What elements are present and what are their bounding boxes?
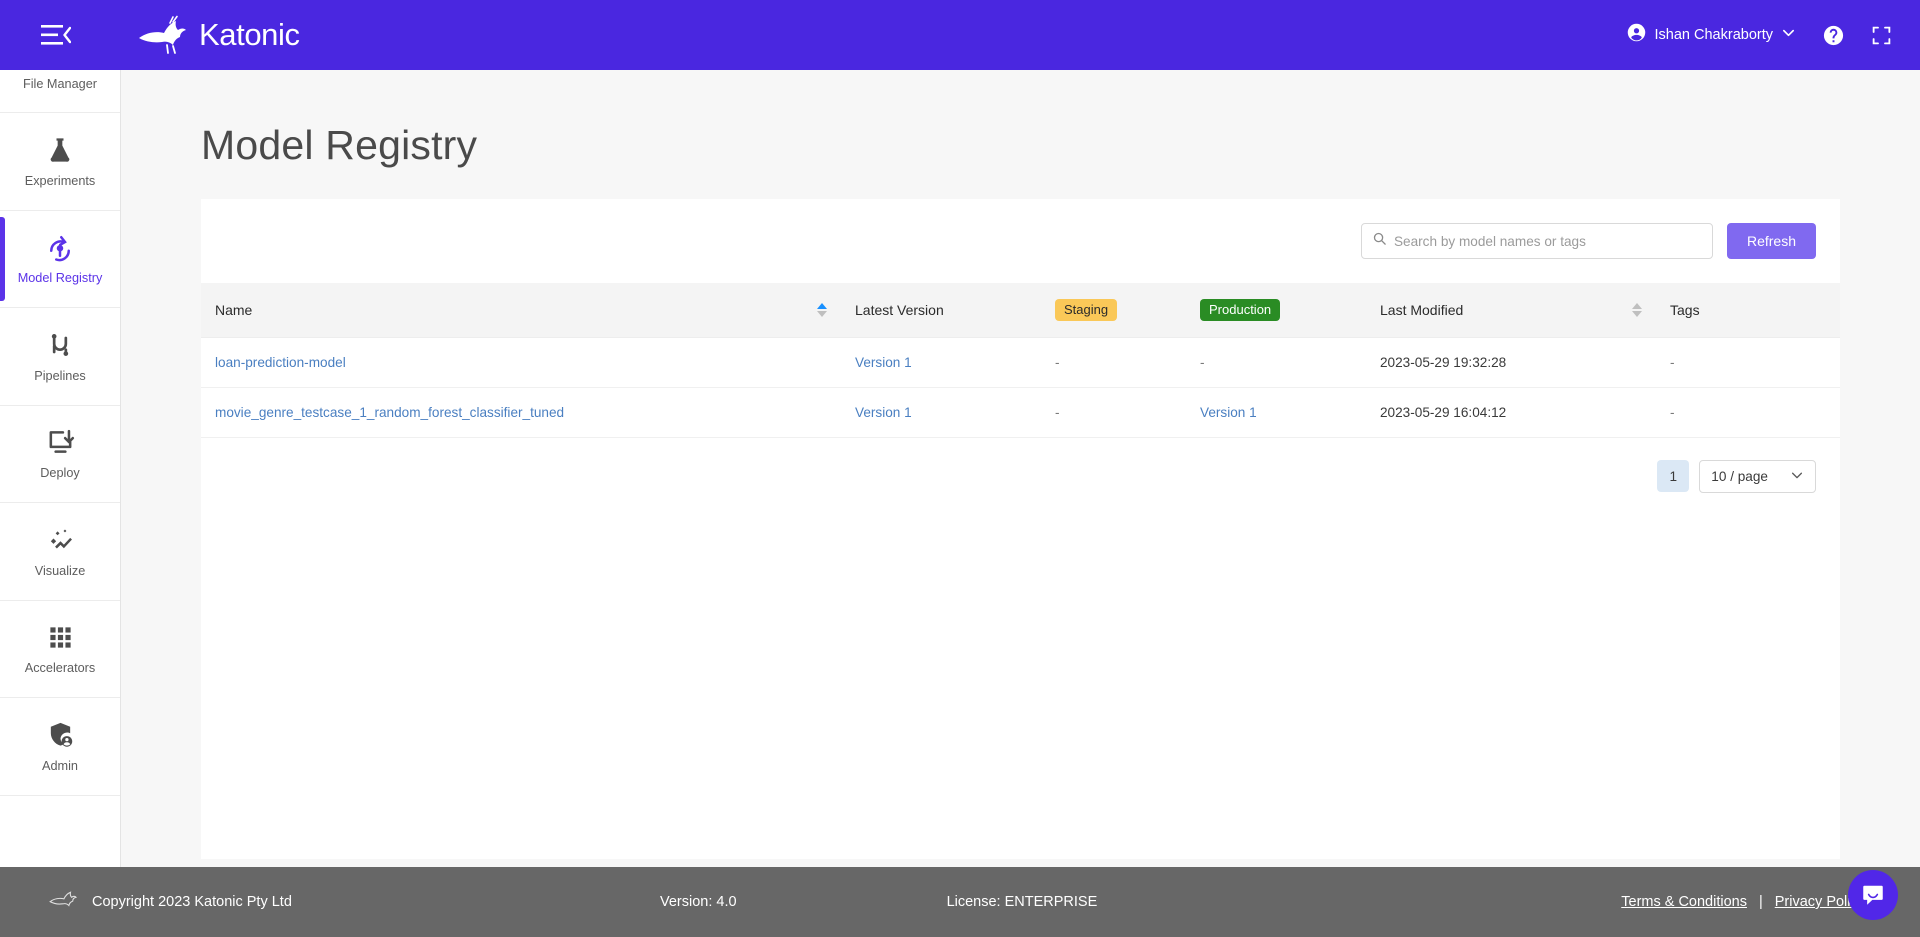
model-name-link[interactable]: loan-prediction-model — [215, 355, 346, 370]
column-header-last-modified[interactable]: Last Modified — [1366, 283, 1656, 338]
column-label: Tags — [1670, 301, 1700, 318]
chevron-down-icon — [1790, 468, 1804, 485]
cell-staging: - — [1041, 387, 1186, 438]
visualize-sparkle-icon — [46, 524, 75, 556]
search-box[interactable] — [1360, 223, 1713, 259]
cell-tags: - — [1656, 337, 1840, 388]
search-input[interactable] — [1393, 233, 1702, 249]
account-circle-icon — [1626, 22, 1647, 48]
sidebar-item-file-manager[interactable]: File Manager — [0, 70, 120, 113]
table-header-row: Name Latest Version Staging Production L… — [201, 283, 1840, 338]
cell-last-modified: 2023-05-29 16:04:12 — [1366, 387, 1656, 438]
help-circle-icon[interactable] — [1822, 24, 1845, 47]
sidebar-item-pipelines[interactable]: Pipelines — [0, 308, 120, 406]
fullscreen-icon[interactable] — [1871, 25, 1892, 46]
footer-meta: Version: 4.0 License: ENTERPRISE — [660, 894, 1097, 910]
cell-tags: - — [1656, 387, 1840, 438]
page-title: Model Registry — [201, 122, 478, 168]
sidebar-item-label: Experiments — [24, 173, 96, 188]
sidebar: File Manager Experiments Model Registry — [0, 70, 121, 867]
model-registry-card: Refresh Name — [201, 199, 1840, 859]
cell-latest-version: Version 1 — [841, 387, 1041, 438]
column-label: Last Modified — [1380, 301, 1464, 318]
pipelines-icon — [46, 329, 74, 361]
sidebar-item-accelerators[interactable]: Accelerators — [0, 600, 120, 698]
sort-asc-icon — [817, 302, 827, 309]
sidebar-item-label: Pipelines — [34, 368, 86, 383]
flask-icon — [46, 134, 74, 166]
sort-desc-icon — [817, 310, 827, 317]
chat-bubble-icon[interactable] — [1848, 870, 1898, 920]
cell-production: - — [1186, 337, 1366, 388]
sidebar-item-label: File Manager — [22, 77, 98, 91]
user-menu[interactable]: Ishan Chakraborty — [1626, 22, 1796, 48]
brand-logo-area[interactable]: Katonic — [137, 15, 300, 55]
pagination-page-1[interactable]: 1 — [1657, 460, 1690, 493]
footer-links: Terms & Conditions | Privacy Policy — [1621, 894, 1865, 910]
sidebar-item-label: Model Registry — [17, 271, 103, 286]
model-registry-table: Name Latest Version Staging Production L… — [201, 283, 1840, 438]
status-badge-staging: Staging — [1055, 299, 1118, 321]
sidebar-item-deploy[interactable]: Deploy — [0, 405, 120, 503]
sidebar-item-admin[interactable]: Admin — [0, 698, 120, 796]
katonic-kangaroo-icon — [48, 889, 82, 915]
sidebar-item-experiments[interactable]: Experiments — [0, 113, 120, 211]
cell-name: loan-prediction-model — [201, 337, 841, 388]
status-badge-production: Production — [1200, 299, 1281, 321]
main-content: Model Registry Refresh — [121, 70, 1920, 867]
pagination: 1 10 / page — [201, 438, 1840, 493]
sidebar-item-label: Visualize — [34, 563, 86, 578]
table-row: loan-prediction-model Version 1 - - 2023… — [201, 337, 1840, 388]
sidebar-item-label: Accelerators — [24, 661, 96, 676]
column-header-tags: Tags — [1656, 283, 1840, 338]
topbar-actions: Ishan Chakraborty — [1626, 22, 1892, 48]
column-header-staging: Staging — [1041, 283, 1186, 338]
katonic-kangaroo-icon — [137, 15, 195, 55]
user-name: Ishan Chakraborty — [1654, 27, 1773, 43]
page-size-select[interactable]: 10 / page — [1699, 459, 1816, 493]
deploy-download-icon — [46, 426, 75, 458]
brand-name: Katonic — [199, 17, 300, 52]
card-toolbar: Refresh — [201, 223, 1840, 259]
footer-copyright-area: Copyright 2023 Katonic Pty Ltd — [48, 889, 292, 915]
grid-apps-icon — [47, 621, 74, 653]
sort-indicator-last-modified[interactable] — [1632, 302, 1642, 317]
chevron-down-icon — [1781, 25, 1796, 45]
sidebar-item-label: Deploy — [40, 466, 80, 481]
sort-desc-icon — [1632, 310, 1642, 317]
table-row: movie_genre_testcase_1_random_forest_cla… — [201, 387, 1840, 438]
terms-and-conditions-link[interactable]: Terms & Conditions — [1621, 894, 1747, 910]
column-header-production: Production — [1186, 283, 1366, 338]
sidebar-item-visualize[interactable]: Visualize — [0, 503, 120, 601]
sidebar-item-label: Admin — [42, 758, 78, 773]
cell-staging: - — [1041, 337, 1186, 388]
sidebar-item-model-registry[interactable]: Model Registry — [0, 210, 120, 308]
admin-shield-user-icon — [46, 719, 75, 751]
refresh-button[interactable]: Refresh — [1726, 223, 1816, 259]
model-name-link[interactable]: movie_genre_testcase_1_random_forest_cla… — [215, 405, 564, 420]
page-size-label: 10 / page — [1711, 468, 1768, 484]
latest-version-link[interactable]: Version 1 — [855, 355, 912, 370]
column-header-name[interactable]: Name — [201, 283, 841, 338]
column-label: Latest Version — [855, 301, 944, 318]
hamburger-collapse-icon[interactable] — [35, 14, 77, 56]
sort-indicator-name[interactable] — [817, 302, 827, 317]
latest-version-link[interactable]: Version 1 — [855, 405, 912, 420]
model-registry-icon — [45, 231, 75, 263]
cell-last-modified: 2023-05-29 19:32:28 — [1366, 337, 1656, 388]
version-text: Version: 4.0 — [660, 894, 737, 910]
cell-latest-version: Version 1 — [841, 337, 1041, 388]
top-bar: Katonic Ishan Chakraborty — [0, 0, 1920, 70]
sort-asc-icon — [1632, 302, 1642, 309]
search-icon — [1372, 231, 1387, 251]
copyright-text: Copyright 2023 Katonic Pty Ltd — [92, 894, 292, 910]
cell-production: Version 1 — [1186, 387, 1366, 438]
cell-name: movie_genre_testcase_1_random_forest_cla… — [201, 387, 841, 438]
footer: Copyright 2023 Katonic Pty Ltd Version: … — [0, 867, 1920, 937]
column-header-latest-version[interactable]: Latest Version — [841, 283, 1041, 338]
footer-link-separator: | — [1758, 894, 1763, 910]
license-text: License: ENTERPRISE — [946, 894, 1098, 910]
production-version-link[interactable]: Version 1 — [1200, 405, 1257, 420]
column-label: Name — [215, 301, 253, 318]
